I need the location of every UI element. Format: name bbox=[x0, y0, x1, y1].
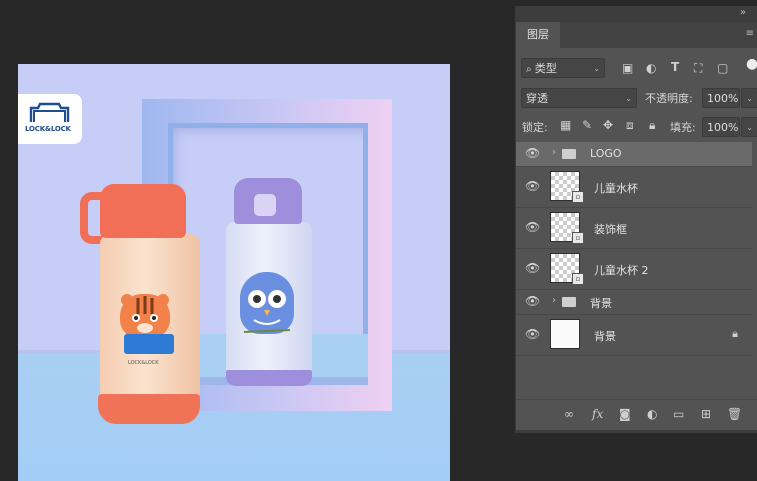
purple-bottle bbox=[224, 178, 314, 388]
bottle-cap bbox=[100, 184, 186, 238]
tab-layers[interactable]: 图层 bbox=[516, 22, 560, 48]
layer-name: LOGO bbox=[590, 147, 622, 160]
trash-icon[interactable]: 🗑︎ bbox=[727, 407, 742, 421]
owl-illustration bbox=[240, 272, 294, 334]
owl-detail-icon bbox=[243, 310, 291, 333]
chevron-right-icon[interactable]: › bbox=[552, 147, 556, 158]
layer-name: 背景 bbox=[590, 297, 612, 310]
layer-row[interactable]: 👁︎ ▫ 儿童水杯 2 bbox=[516, 249, 752, 290]
lock-pixels-icon[interactable]: ✎ bbox=[582, 118, 592, 132]
panel-header-strip: » bbox=[516, 6, 757, 22]
eye-icon[interactable]: 👁︎ bbox=[525, 146, 540, 160]
layer-row-group[interactable]: 👁︎ › 背景 bbox=[516, 290, 752, 315]
canvas-document[interactable]: LOCK&LOCK LOCK&LOCK bbox=[18, 64, 450, 481]
search-icon: ⌕ bbox=[526, 64, 535, 75]
layer-row-background[interactable]: 👁︎ 背景 🔒︎ bbox=[516, 315, 752, 356]
eye-icon[interactable]: 👁︎ bbox=[525, 294, 540, 308]
lock-icon[interactable]: 🔒︎ bbox=[732, 327, 738, 341]
panel-footer: ∞ fx ◙ ◐ ▭ ⊞ 🗑︎ bbox=[516, 399, 757, 430]
folder-icon bbox=[562, 149, 576, 159]
lock-artboard-icon[interactable]: ⧈ bbox=[626, 118, 634, 133]
fill-dropdown[interactable]: ⌄ bbox=[741, 117, 757, 137]
panel-menu-icon[interactable]: ≡ bbox=[746, 28, 754, 39]
lock-position-icon[interactable]: ✥ bbox=[603, 118, 613, 132]
smart-object-icon: ▫ bbox=[572, 273, 584, 285]
chevron-right-icon[interactable]: › bbox=[552, 295, 556, 306]
smart-object-icon: ▫ bbox=[572, 232, 584, 244]
layer-row[interactable]: 👁︎ ▫ 儿童水杯 bbox=[516, 167, 752, 208]
layer-name: 背景 bbox=[594, 330, 616, 343]
eye-icon[interactable]: 👁︎ bbox=[525, 261, 540, 275]
fill-input[interactable]: 100% bbox=[702, 117, 740, 137]
folder-icon[interactable]: ▭ bbox=[673, 407, 684, 421]
chevron-down-icon: ⌄ bbox=[625, 94, 632, 103]
fill-label: 填充: bbox=[670, 121, 696, 134]
double-chevron-icon[interactable]: » bbox=[740, 7, 746, 18]
shape-filter-icon[interactable]: ⛶ bbox=[694, 61, 702, 76]
smart-object-icon: ▫ bbox=[572, 191, 584, 203]
lock-all-icon[interactable]: 🔒︎ bbox=[649, 118, 655, 133]
fx-icon[interactable]: fx bbox=[592, 407, 603, 421]
layer-filter-select[interactable]: ⌕ 类型 ⌄ bbox=[521, 58, 605, 78]
blend-mode-select[interactable]: 穿透 ⌄ bbox=[521, 88, 637, 108]
type-filter-icon[interactable]: T bbox=[671, 60, 679, 74]
filter-toggle-icon[interactable]: ● bbox=[746, 56, 757, 72]
mask-icon[interactable]: ◙ bbox=[619, 407, 631, 421]
opacity-dropdown[interactable]: ⌄ bbox=[741, 88, 757, 108]
panel-bottom-edge bbox=[515, 430, 757, 433]
blue-book bbox=[124, 334, 174, 354]
squirrel-face-icon bbox=[121, 294, 169, 333]
opacity-input[interactable]: 100% bbox=[702, 88, 740, 108]
squirrel-illustration bbox=[120, 294, 170, 338]
filter-kind-label: 类型 bbox=[534, 62, 557, 75]
brand-logo: LOCK&LOCK bbox=[18, 94, 82, 144]
layer-row-logo[interactable]: 👁︎ › LOGO bbox=[516, 142, 752, 167]
blend-mode-label: 穿透 bbox=[526, 92, 548, 105]
bottle-base bbox=[98, 394, 200, 424]
bottle-base bbox=[226, 370, 312, 386]
image-filter-icon[interactable]: ▣ bbox=[622, 61, 633, 75]
lock-transparent-icon[interactable]: ▦ bbox=[560, 118, 571, 132]
eye-icon[interactable]: 👁︎ bbox=[525, 220, 540, 234]
link-icon[interactable]: ∞ bbox=[564, 407, 574, 421]
layers-panel: » 图层 ≡ ⌕ 类型 ⌄ ▣ ◐ T ⛶ ▢ ● 穿透 ⌄ 不透明度: 100… bbox=[515, 6, 757, 430]
layer-thumbnail bbox=[550, 319, 580, 349]
chevron-down-icon: ⌄ bbox=[593, 64, 600, 73]
layer-row[interactable]: 👁︎ ▫ 装饰框 bbox=[516, 208, 752, 249]
opacity-label: 不透明度: bbox=[645, 92, 693, 105]
logo-text: LOCK&LOCK bbox=[25, 125, 71, 133]
opacity-value: 100% bbox=[707, 92, 739, 105]
layer-name: 儿童水杯 2 bbox=[594, 264, 649, 277]
adjustment-filter-icon[interactable]: ◐ bbox=[646, 61, 656, 75]
lock-label: 锁定: bbox=[522, 121, 548, 134]
fill-value: 100% bbox=[707, 121, 739, 134]
logo-lid-icon bbox=[29, 102, 70, 122]
layer-name: 儿童水杯 bbox=[594, 182, 638, 195]
layer-name: 装饰框 bbox=[594, 223, 627, 236]
smart-object-filter-icon[interactable]: ▢ bbox=[717, 61, 728, 75]
cap-button bbox=[254, 194, 276, 216]
chevron-down-icon: ⌄ bbox=[746, 123, 753, 132]
eye-icon[interactable]: 👁︎ bbox=[525, 327, 540, 341]
orange-bottle: LOCK&LOCK bbox=[80, 184, 204, 424]
folder-icon bbox=[562, 297, 576, 307]
panel-tab-row: 图层 ≡ bbox=[516, 22, 757, 48]
chevron-down-icon: ⌄ bbox=[746, 94, 753, 103]
bottle-brand-text: LOCK&LOCK bbox=[128, 360, 159, 366]
new-layer-icon[interactable]: ⊞ bbox=[701, 407, 711, 421]
eye-icon[interactable]: 👁︎ bbox=[525, 179, 540, 193]
adjustment-icon[interactable]: ◐ bbox=[647, 407, 657, 421]
